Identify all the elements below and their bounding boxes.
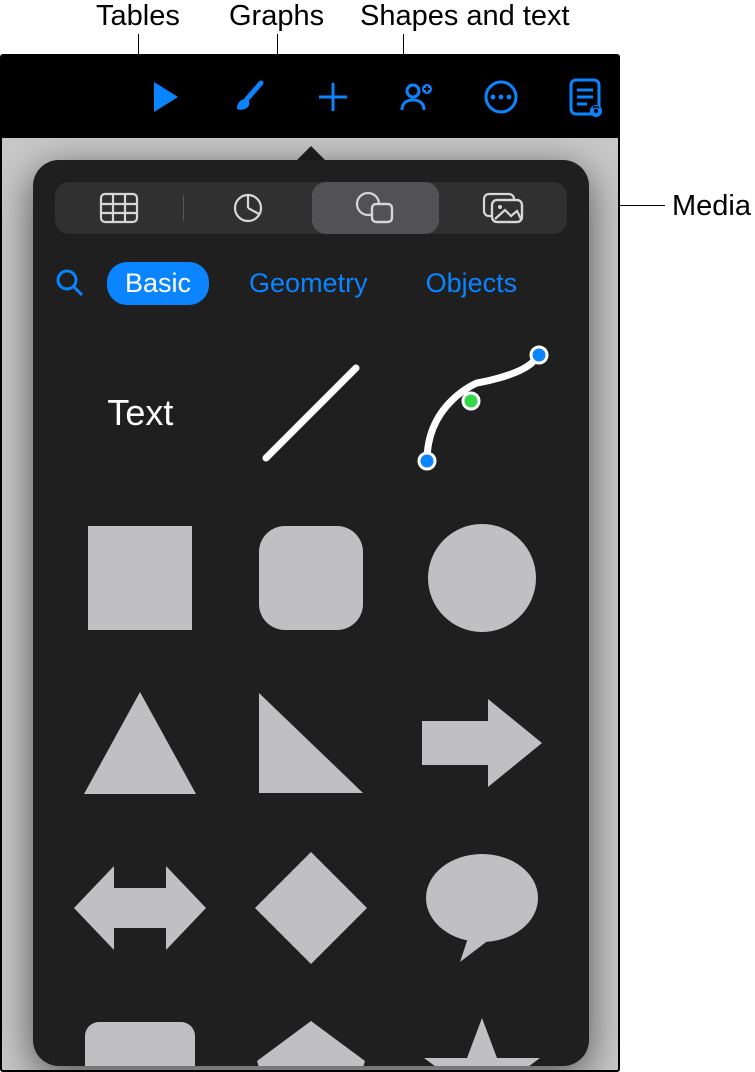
shapes-grid: Text <box>55 330 567 1066</box>
callout-graphs-label: Graphs <box>229 0 324 33</box>
play-icon[interactable] <box>142 74 188 120</box>
shape-square[interactable] <box>55 495 226 660</box>
category-objects[interactable]: Objects <box>408 262 536 305</box>
segment-media[interactable] <box>439 182 567 234</box>
callout-tables-label: Tables <box>96 0 180 33</box>
insert-type-segmented-control <box>55 182 567 234</box>
plus-icon[interactable] <box>310 74 356 120</box>
shape-diamond[interactable] <box>226 825 397 990</box>
presenter-notes-icon[interactable] <box>562 74 608 120</box>
callout-media-label: Media <box>672 190 751 223</box>
collaborate-icon[interactable] <box>394 74 440 120</box>
shape-line[interactable] <box>226 330 397 495</box>
shape-star[interactable] <box>396 990 567 1066</box>
segment-shapes[interactable] <box>312 182 440 234</box>
shape-double-arrow[interactable] <box>55 825 226 990</box>
brush-icon[interactable] <box>226 74 272 120</box>
category-basic[interactable]: Basic <box>107 262 209 305</box>
shape-arrow-right[interactable] <box>396 660 567 825</box>
more-icon[interactable] <box>478 74 524 120</box>
main-toolbar <box>2 56 618 138</box>
shape-rounded-square[interactable] <box>226 495 397 660</box>
shape-category-row: Basic Geometry Objects Anim <box>55 258 575 308</box>
insert-popover: Basic Geometry Objects Anim Text <box>33 160 589 1066</box>
callout-shapes-label: Shapes and text <box>360 0 570 33</box>
shape-text[interactable]: Text <box>55 330 226 495</box>
category-animals[interactable]: Anim <box>557 262 575 305</box>
shape-speech-bubble[interactable] <box>396 825 567 990</box>
shape-triangle[interactable] <box>55 660 226 825</box>
shape-text-label: Text <box>107 392 173 434</box>
shape-right-triangle[interactable] <box>226 660 397 825</box>
search-icon[interactable] <box>55 265 85 301</box>
segment-tables[interactable] <box>55 182 183 234</box>
category-geometry[interactable]: Geometry <box>231 262 386 305</box>
shape-pentagon[interactable] <box>226 990 397 1066</box>
segment-charts[interactable] <box>184 182 312 234</box>
app-window: Basic Geometry Objects Anim Text <box>0 54 620 1072</box>
shape-circle[interactable] <box>396 495 567 660</box>
shape-curve[interactable] <box>396 330 567 495</box>
shape-callout[interactable] <box>55 990 226 1066</box>
